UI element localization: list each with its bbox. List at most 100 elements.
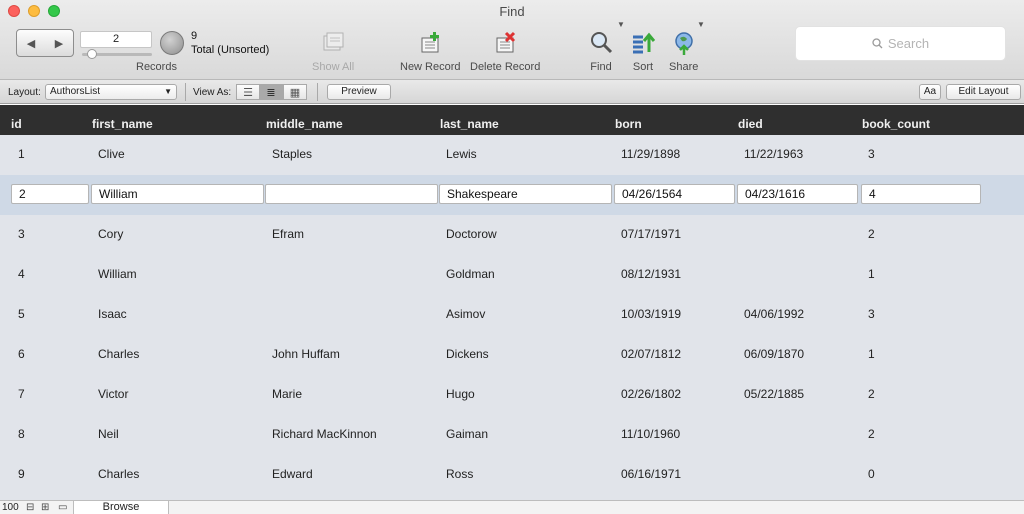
table-row[interactable]: 4 William Goldman 08/12/1931 1 — [0, 255, 1024, 295]
find-button[interactable]: Find — [588, 30, 614, 73]
layout-select[interactable]: AuthorsList ▼ — [45, 84, 177, 100]
preview-button[interactable]: Preview — [327, 84, 391, 100]
cell-died[interactable]: 05/22/1885 — [744, 387, 804, 401]
record-slider-knob[interactable] — [87, 49, 97, 59]
field-first-name[interactable]: William — [91, 184, 264, 204]
cell-born[interactable]: 06/16/1971 — [621, 467, 681, 481]
field-last-name[interactable]: Shakespeare — [439, 184, 612, 204]
cell-middle-name[interactable]: Marie — [272, 387, 302, 401]
cell-id[interactable]: 9 — [18, 467, 25, 481]
field-born[interactable]: 04/26/1564 — [614, 184, 735, 204]
cell-middle-name[interactable]: Efram — [272, 227, 304, 241]
cell-last-name[interactable]: Dickens — [446, 347, 489, 361]
cell-first-name[interactable]: Isaac — [98, 307, 127, 321]
mode-indicator[interactable]: Browse — [73, 501, 169, 514]
share-button[interactable]: Share — [669, 30, 698, 73]
table-row[interactable]: 7 Victor Marie Hugo 02/26/1802 05/22/188… — [0, 375, 1024, 415]
cell-id[interactable]: 8 — [18, 427, 25, 441]
cell-id[interactable]: 4 — [18, 267, 25, 281]
cell-born[interactable]: 07/17/1971 — [621, 227, 681, 241]
table-row[interactable]: 3 Cory Efram Doctorow 07/17/1971 2 — [0, 215, 1024, 255]
cell-last-name[interactable]: Gaiman — [446, 427, 488, 441]
delete-record-button[interactable]: Delete Record — [470, 30, 540, 73]
view-as-form-button[interactable]: ☰ — [236, 84, 260, 100]
cell-first-name[interactable]: Victor — [98, 387, 128, 401]
cell-first-name[interactable]: Charles — [98, 347, 139, 361]
zoom-out-icon[interactable]: ⊟ — [26, 502, 34, 513]
cell-born[interactable]: 02/26/1802 — [621, 387, 681, 401]
cell-middle-name[interactable]: Staples — [272, 147, 312, 161]
cell-first-name[interactable]: Neil — [98, 427, 119, 441]
table-row[interactable]: 1 Clive Staples Lewis 11/29/1898 11/22/1… — [0, 135, 1024, 175]
cell-died[interactable]: 11/22/1963 — [744, 147, 803, 161]
field-id[interactable]: 2 — [11, 184, 89, 204]
cell-id[interactable]: 5 — [18, 307, 25, 321]
cell-died[interactable]: 04/06/1992 — [744, 307, 804, 321]
table-row[interactable]: 8 Neil Richard MacKinnon Gaiman 11/10/19… — [0, 415, 1024, 455]
view-as-list-button[interactable]: ≣ — [259, 84, 283, 100]
find-dropdown-icon[interactable]: ▼ — [617, 20, 625, 29]
field-middle-name[interactable] — [265, 184, 438, 204]
cell-born[interactable]: 11/10/1960 — [621, 427, 680, 441]
cell-book-count[interactable]: 2 — [868, 387, 875, 401]
cell-id[interactable]: 3 — [18, 227, 25, 241]
record-navigator[interactable]: ◀ ▶ — [16, 29, 74, 57]
cell-last-name[interactable]: Ross — [446, 467, 473, 481]
cell-died[interactable]: 06/09/1870 — [744, 347, 804, 361]
sort-button[interactable]: Sort — [630, 30, 656, 73]
cell-born[interactable]: 02/07/1812 — [621, 347, 681, 361]
new-record-button[interactable]: New Record — [400, 30, 461, 73]
records-label: Records — [136, 61, 177, 73]
next-record-icon[interactable]: ▶ — [55, 37, 63, 50]
table-row[interactable]: 9 Charles Edward Ross 06/16/1971 0 — [0, 455, 1024, 495]
share-dropdown-icon[interactable]: ▼ — [697, 20, 705, 29]
previous-record-icon[interactable]: ◀ — [27, 37, 35, 50]
cell-book-count[interactable]: 1 — [868, 347, 875, 361]
find-label: Find — [590, 61, 612, 73]
cell-middle-name[interactable]: John Huffam — [272, 347, 340, 361]
zoom-level[interactable]: 100 — [2, 502, 19, 513]
cell-first-name[interactable]: Cory — [98, 227, 123, 241]
cell-book-count[interactable]: 2 — [868, 227, 875, 241]
text-formatting-button[interactable]: Aa — [919, 84, 941, 100]
current-record-field[interactable]: 2 — [80, 31, 152, 48]
cell-born[interactable]: 11/29/1898 — [621, 147, 680, 161]
toggle-toolbar-icon[interactable]: ▭ — [58, 502, 67, 513]
cell-book-count[interactable]: 1 — [868, 267, 875, 281]
edit-layout-button[interactable]: Edit Layout — [946, 84, 1021, 100]
view-as-table-button[interactable]: ▦ — [283, 84, 307, 100]
cell-born[interactable]: 08/12/1931 — [621, 267, 681, 281]
field-book-count[interactable]: 4 — [861, 184, 981, 204]
cell-last-name[interactable]: Lewis — [446, 147, 477, 161]
cell-first-name[interactable]: William — [98, 267, 137, 281]
cell-book-count[interactable]: 2 — [868, 427, 875, 441]
column-header-last-name: last_name — [440, 117, 499, 131]
table-row[interactable]: 5 Isaac Asimov 10/03/1919 04/06/1992 3 — [0, 295, 1024, 335]
layout-bar: Layout: AuthorsList ▼ View As: ☰ ≣ ▦ Pre… — [0, 80, 1024, 104]
search-placeholder: Search — [887, 36, 930, 51]
table-row[interactable]: 6 Charles John Huffam Dickens 02/07/1812… — [0, 335, 1024, 375]
cell-first-name[interactable]: Clive — [98, 147, 125, 161]
cell-book-count[interactable]: 0 — [868, 467, 875, 481]
zoom-in-icon[interactable]: ⊞ — [41, 502, 49, 513]
new-record-icon — [421, 32, 440, 53]
table-body: 1 Clive Staples Lewis 11/29/1898 11/22/1… — [0, 135, 1024, 500]
cell-last-name[interactable]: Goldman — [446, 267, 495, 281]
table-row-active[interactable]: 2 William Shakespeare 04/26/1564 04/23/1… — [0, 175, 1024, 215]
field-died[interactable]: 04/23/1616 — [737, 184, 858, 204]
show-all-button[interactable]: Show All — [312, 30, 354, 73]
new-record-label: New Record — [400, 61, 461, 73]
cell-first-name[interactable]: Charles — [98, 467, 139, 481]
search-field[interactable]: Search — [795, 26, 1006, 61]
cell-id[interactable]: 1 — [18, 147, 25, 161]
cell-middle-name[interactable]: Richard MacKinnon — [272, 427, 377, 441]
cell-book-count[interactable]: 3 — [868, 307, 875, 321]
cell-born[interactable]: 10/03/1919 — [621, 307, 681, 321]
cell-book-count[interactable]: 3 — [868, 147, 875, 161]
cell-last-name[interactable]: Doctorow — [446, 227, 497, 241]
cell-last-name[interactable]: Asimov — [446, 307, 485, 321]
cell-id[interactable]: 7 — [18, 387, 25, 401]
cell-id[interactable]: 6 — [18, 347, 25, 361]
cell-middle-name[interactable]: Edward — [272, 467, 313, 481]
cell-last-name[interactable]: Hugo — [446, 387, 475, 401]
